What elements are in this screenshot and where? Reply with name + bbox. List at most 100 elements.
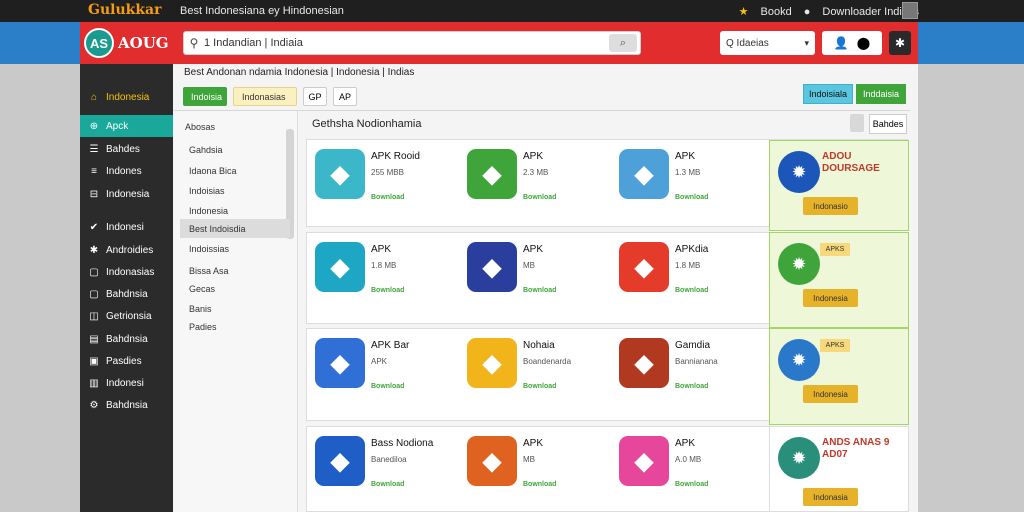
user-icon[interactable]: 👤 [834, 36, 849, 50]
promo-button[interactable]: Indonesia [803, 385, 858, 403]
app-name[interactable]: Bass Nodiona [371, 438, 433, 449]
sidebar-item[interactable]: ◫ Getrionsia [80, 305, 173, 327]
badge-icon[interactable]: ◆ [467, 242, 517, 292]
download-link[interactable]: Bownload [523, 287, 556, 294]
sidebar-item[interactable]: ▢ Indonasias [80, 261, 173, 283]
promo-card[interactable]: ✹ APKS Indonesia [769, 328, 909, 425]
promo-button[interactable]: Indonasia [803, 488, 858, 506]
letter-a-icon[interactable]: ◆ [315, 436, 365, 486]
character-icon[interactable]: ◆ [619, 149, 669, 199]
star-icon[interactable]: ★ [739, 5, 749, 18]
bolt-icon[interactable]: ◆ [619, 242, 669, 292]
app-name[interactable]: APK [523, 438, 543, 449]
menu-button[interactable]: ✱ [889, 31, 911, 55]
sidebar-item[interactable]: ▤ Bahdnsia [80, 328, 173, 350]
avatar[interactable] [902, 2, 918, 19]
sidebar-item[interactable]: ⌂ Indonesia [80, 86, 173, 108]
sidebar-item[interactable]: ▣ Pasdies [80, 350, 173, 372]
sidebar-item[interactable]: ✔ Indonesi [80, 216, 173, 238]
sidebar-item[interactable]: ☰ Bahdes [80, 138, 173, 160]
sidebar-item-label: Indonasias [106, 266, 155, 278]
game-icon[interactable]: ◆ [619, 338, 669, 388]
promo-button[interactable]: Indonesia [803, 289, 858, 307]
category-item[interactable]: Padies [180, 317, 290, 336]
chip-indoisia[interactable]: Indoisia [183, 87, 227, 106]
search-input[interactable]: 1 Indandian | Indiaia [204, 37, 609, 49]
app-name[interactable]: APKdia [675, 244, 708, 255]
sidebar-item[interactable]: ⊟ Indonesia [80, 183, 173, 205]
category-item[interactable]: Gecas [180, 279, 290, 298]
file-icon: ▣ [89, 355, 99, 367]
inddaisia-button[interactable]: Inddaisia [856, 84, 906, 104]
download-link[interactable]: Bownload [675, 481, 708, 488]
download-link[interactable]: Bownload [675, 194, 708, 201]
chip-gp[interactable]: GP [303, 87, 327, 106]
sort-button[interactable]: Bahdes [869, 114, 907, 134]
category-item[interactable]: Best Indoisdia [180, 219, 290, 238]
list-heading: Gethsha Nodionhamia [312, 118, 422, 130]
download-link[interactable]: Bownload [371, 383, 404, 390]
sidebar-item-label: Bahdnsia [106, 333, 148, 345]
category-item[interactable]: Banis [180, 299, 290, 318]
app-name[interactable]: Gamdia [675, 340, 710, 351]
sidebar-item[interactable]: ✱ Androidies [80, 239, 173, 261]
app-name[interactable]: APK Bar [371, 340, 409, 351]
sidebar-item[interactable]: ▢ Bahdnsia [80, 283, 173, 305]
download-link[interactable]: Bownload [371, 194, 404, 201]
app-name[interactable]: Nohaia [523, 340, 555, 351]
sort-toggle-icon[interactable] [850, 114, 864, 132]
star-icon[interactable]: ◆ [467, 338, 517, 388]
sidebar-item[interactable]: ▥ Indonesi [80, 372, 173, 394]
category-item[interactable]: Indoisias [180, 181, 290, 200]
tagline: Best Indonesiana ey Hindonesian [180, 5, 344, 17]
bookmark-label[interactable]: Bookd [761, 6, 792, 18]
brand-name[interactable]: Gulukkar [88, 2, 161, 18]
sidebar-item[interactable]: ≡ Indones [80, 160, 173, 182]
chip-indonasias[interactable]: Indonasias [233, 87, 297, 106]
category-item[interactable]: Indoissias [180, 239, 290, 258]
pencil-icon[interactable]: ◆ [315, 242, 365, 292]
app-name[interactable]: APK [523, 151, 543, 162]
promo-button[interactable]: Indonasio [803, 197, 858, 215]
settings-icon[interactable]: ⬤ [857, 36, 870, 50]
app-name[interactable]: APK [675, 438, 695, 449]
category-item[interactable]: Idaona Bica [180, 161, 290, 180]
chip-ap[interactable]: AP [333, 87, 357, 106]
search-bar[interactable]: ⚲ 1 Indandian | Indiaia ⌕ [183, 31, 641, 55]
camera-search-icon[interactable]: ⌕ [609, 34, 637, 52]
category-item[interactable]: Indonesia [180, 201, 290, 220]
download-link[interactable]: Bownload [675, 383, 708, 390]
promo-title: APKS [820, 339, 850, 352]
category-item[interactable]: Bissa Asa [180, 261, 290, 280]
category-item[interactable]: Gahdsia [180, 140, 290, 159]
indoisiala-button[interactable]: Indoisiala [803, 84, 853, 104]
app-name[interactable]: APK [371, 244, 391, 255]
download-link[interactable]: Bownload [371, 287, 404, 294]
app-name[interactable]: APK [523, 244, 543, 255]
bird-icon[interactable]: ◆ [315, 149, 365, 199]
app-meta: 1.8 MB [675, 261, 701, 270]
promo-card[interactable]: ✹ ADOU DOURSAGE Indonasio [769, 140, 909, 231]
sidebar-item[interactable]: ⊕ Apck [80, 115, 173, 137]
face-icon[interactable]: ◆ [467, 436, 517, 486]
promo-card[interactable]: ✹ ANDS ANAS 9 AD07 Indonasia [769, 426, 909, 512]
sidebar-item-label: Indonesia [106, 91, 150, 103]
app-name[interactable]: APK [675, 151, 695, 162]
logo[interactable]: AS AOUG [84, 25, 174, 61]
sidebar-item[interactable]: ⚙ Bahdnsia [80, 394, 173, 416]
flower-icon[interactable]: ◆ [619, 436, 669, 486]
region-select[interactable]: Q Idaeias ▾ [720, 31, 815, 55]
download-link[interactable]: Bownload [523, 481, 556, 488]
download-link[interactable]: Bownload [371, 481, 404, 488]
user-icon[interactable]: ● [804, 6, 811, 18]
app-name[interactable]: APK Rooid [371, 151, 420, 162]
promo-card[interactable]: ✹ APKS Indonesia [769, 232, 909, 328]
download-link[interactable]: Bownload [523, 383, 556, 390]
download-link[interactable]: Bownload [523, 194, 556, 201]
letter-a-icon[interactable]: ◆ [315, 338, 365, 388]
user-actions[interactable]: 👤 ⬤ [822, 31, 882, 55]
topbar-right: ★ Bookd ● Downloader Indicas [739, 5, 919, 19]
download-link[interactable]: Bownload [675, 287, 708, 294]
compass-icon[interactable]: ◆ [467, 149, 517, 199]
coin-icon: ✹ [778, 437, 820, 479]
